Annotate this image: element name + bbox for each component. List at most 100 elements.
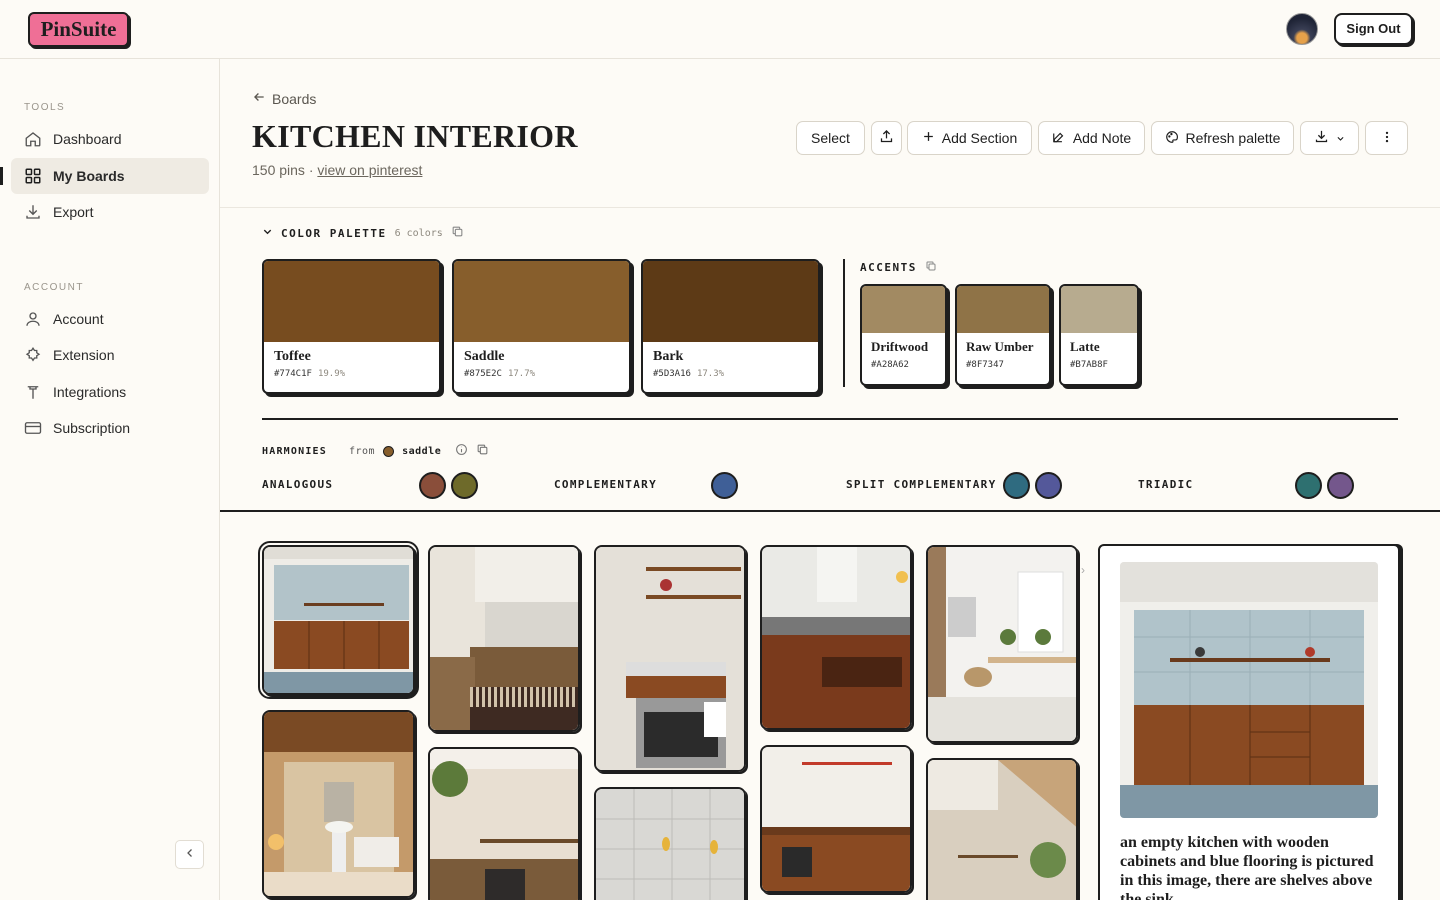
- sign-out-button[interactable]: Sign Out: [1334, 13, 1413, 45]
- grid-icon: [23, 166, 43, 186]
- copy-icon[interactable]: [476, 443, 489, 459]
- harmony-dot-complementary-1[interactable]: [711, 472, 738, 499]
- chevron-down-icon[interactable]: [262, 226, 273, 240]
- sidebar-item-label: Account: [53, 311, 104, 327]
- pin-card[interactable]: [428, 545, 580, 732]
- add-section-label: Add Section: [941, 130, 1018, 146]
- harmony-label-analogous: ANALOGOUS: [262, 478, 334, 491]
- harmonies-from-label: from: [349, 445, 376, 457]
- pin-card[interactable]: [262, 710, 415, 898]
- copy-icon[interactable]: [925, 260, 937, 275]
- pin-card[interactable]: [594, 545, 746, 772]
- pin-card[interactable]: [760, 545, 912, 730]
- accent-swatch-latte[interactable]: Latte #B7AB8F: [1059, 284, 1139, 386]
- pin-card[interactable]: [594, 787, 746, 900]
- share-button[interactable]: [871, 121, 902, 155]
- palette-divider: [843, 259, 845, 387]
- swatch-name: Driftwood: [871, 339, 929, 354]
- chevron-down-icon: [1336, 130, 1345, 146]
- harmony-dot-triadic-1[interactable]: [1295, 472, 1322, 499]
- active-indicator: [0, 167, 3, 185]
- pin-image: [596, 789, 744, 900]
- puzzle-icon: [23, 345, 43, 365]
- sidebar-item-dashboard[interactable]: Dashboard: [11, 121, 209, 157]
- home-icon: [23, 129, 43, 149]
- sidebar: TOOLS Dashboard My Boards Export ACCOUNT…: [0, 59, 220, 900]
- swatch-hex-row: #5D3A16 17.3%: [643, 369, 818, 379]
- accent-swatch-raw-umber[interactable]: Raw Umber #8F7347: [955, 284, 1051, 386]
- palette-swatch-toffee[interactable]: Toffee #774C1F 19.9%: [262, 259, 441, 394]
- pin-card[interactable]: [258, 541, 419, 699]
- harmony-dot-analogous-2[interactable]: [451, 472, 478, 499]
- sidebar-item-integrations[interactable]: Integrations: [11, 374, 209, 410]
- swatch-hex: #8F7347: [966, 360, 1004, 370]
- sidebar-section-tools: TOOLS: [24, 102, 66, 113]
- harmony-label-triadic: TRIADIC: [1138, 478, 1194, 491]
- download-icon: [1314, 129, 1329, 147]
- info-icon[interactable]: [455, 443, 468, 459]
- avatar[interactable]: [1286, 13, 1318, 45]
- section-divider: [220, 510, 1440, 512]
- more-options-button[interactable]: [1365, 121, 1408, 155]
- sidebar-item-account[interactable]: Account: [11, 301, 209, 337]
- palette-icon: [1165, 130, 1179, 147]
- sidebar-item-extension[interactable]: Extension: [11, 337, 209, 373]
- sidebar-item-label: Export: [53, 204, 94, 220]
- harmony-dot-split-1[interactable]: [1003, 472, 1030, 499]
- add-note-button[interactable]: Add Note: [1038, 121, 1145, 155]
- pin-card[interactable]: [926, 758, 1078, 900]
- sidebar-item-label: Subscription: [53, 420, 131, 436]
- harmony-dot-analogous-1[interactable]: [419, 472, 446, 499]
- swatch-hex: #A28A62: [871, 360, 909, 370]
- pin-description: an empty kitchen with wooden cabinets an…: [1120, 834, 1374, 900]
- add-note-label: Add Note: [1072, 130, 1132, 146]
- pin-detail-image[interactable]: [1120, 562, 1378, 818]
- pin-image: [596, 547, 744, 770]
- sidebar-item-subscription[interactable]: Subscription: [11, 410, 209, 446]
- swatch-pct: 19.9%: [317, 369, 346, 379]
- pin-image: [928, 760, 1076, 900]
- swatch-hex: #5D3A16: [653, 369, 691, 379]
- swatch-name: Saddle: [464, 349, 505, 364]
- harmonies-from-name: saddle: [402, 445, 442, 457]
- pin-card[interactable]: [926, 545, 1078, 743]
- more-vertical-icon: [1380, 130, 1394, 147]
- upload-icon: [879, 129, 894, 147]
- copy-icon[interactable]: [451, 225, 464, 241]
- palette-swatch-saddle[interactable]: Saddle #875E2C 17.7%: [452, 259, 631, 394]
- breadcrumb[interactable]: Boards: [252, 90, 316, 107]
- add-section-button[interactable]: Add Section: [907, 121, 1032, 155]
- harmony-dot-split-2[interactable]: [1035, 472, 1062, 499]
- pin-card[interactable]: [760, 745, 912, 893]
- sidebar-item-label: Integrations: [53, 384, 127, 400]
- swatch-pct: 17.7%: [507, 369, 536, 379]
- divider: [220, 207, 1440, 208]
- plus-icon: [922, 130, 935, 146]
- refresh-palette-label: Refresh palette: [1185, 130, 1281, 146]
- collapse-sidebar-button[interactable]: [175, 840, 204, 869]
- download-menu-button[interactable]: [1300, 121, 1359, 155]
- sidebar-item-export[interactable]: Export: [11, 194, 209, 230]
- palette-swatch-bark[interactable]: Bark #5D3A16 17.3%: [641, 259, 820, 394]
- harmony-label-split-complementary: SPLIT COMPLEMENTARY: [846, 478, 997, 491]
- swatch-name: Latte: [1070, 339, 1100, 354]
- swatch-hex-row: #875E2C 17.7%: [454, 369, 629, 379]
- sidebar-item-my-boards[interactable]: My Boards: [11, 158, 209, 194]
- harmony-label-complementary: COMPLEMENTARY: [554, 478, 657, 491]
- breadcrumb-label: Boards: [272, 90, 317, 107]
- palette-header[interactable]: COLOR PALETTE 6 colors: [262, 225, 464, 241]
- arrow-left-icon: [252, 90, 266, 107]
- app-logo[interactable]: PinSuite: [28, 12, 129, 47]
- pin-card[interactable]: [428, 747, 580, 900]
- refresh-palette-button[interactable]: Refresh palette: [1151, 121, 1294, 155]
- pin-image: [264, 547, 413, 693]
- pin-image: [430, 749, 578, 900]
- select-button[interactable]: Select: [796, 121, 865, 155]
- harmony-dot-triadic-2[interactable]: [1327, 472, 1354, 499]
- pin-image: [762, 747, 910, 891]
- sidebar-item-label: Extension: [53, 347, 115, 363]
- accent-swatch-driftwood[interactable]: Driftwood #A28A62: [860, 284, 947, 386]
- pinterest-link[interactable]: view on pinterest: [317, 162, 422, 178]
- edit-icon: [1052, 130, 1066, 147]
- swatch-name: Toffee: [274, 349, 311, 364]
